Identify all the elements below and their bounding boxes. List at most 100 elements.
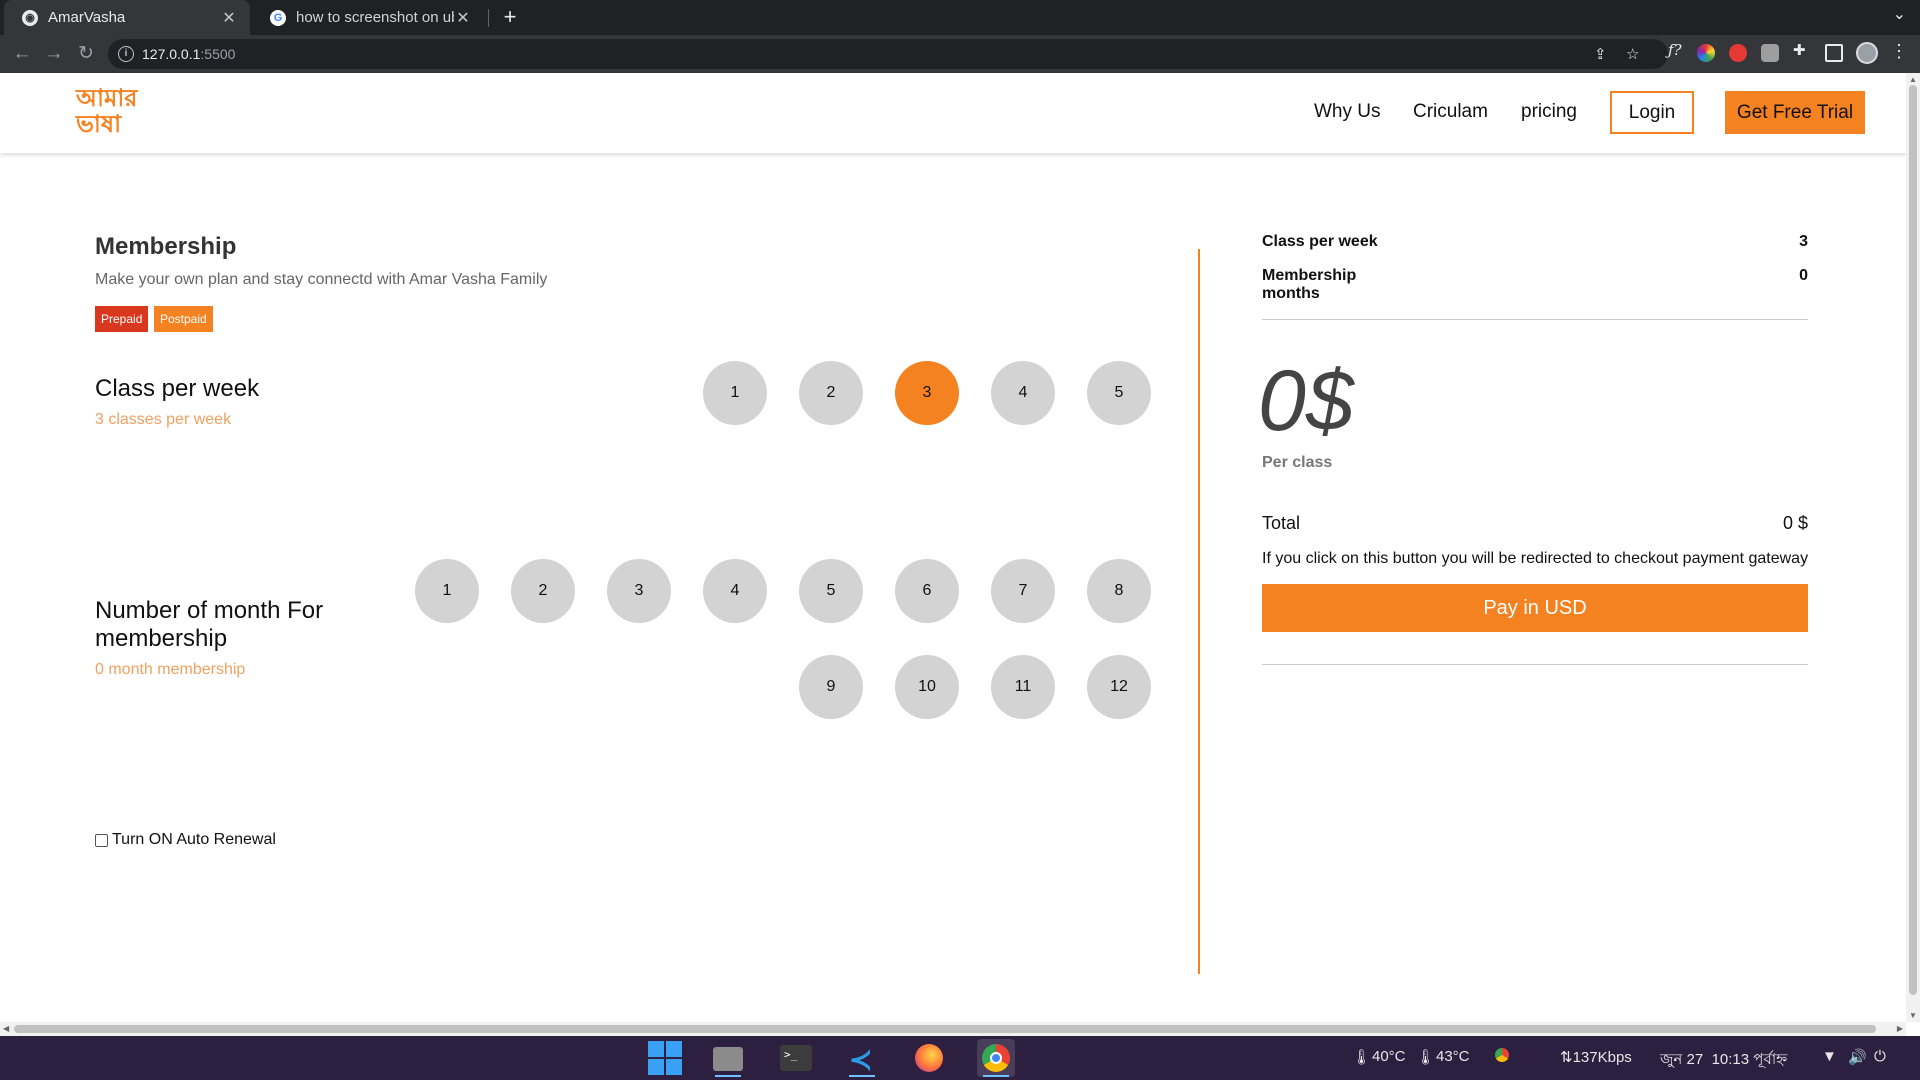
summary-divider: [1262, 319, 1808, 320]
puzzle-extensions-icon[interactable]: ✚: [1793, 41, 1806, 59]
page-title: Membership: [95, 233, 237, 260]
gpu-temp: 43°C: [1436, 1048, 1470, 1065]
clock[interactable]: জুন 27 10:13 পূর্বাহ্ন: [1660, 1048, 1787, 1073]
chrome-tray-icon[interactable]: [1495, 1048, 1509, 1062]
reload-icon[interactable]: ↻: [72, 40, 100, 68]
membership-months-hint: 0 month membership: [95, 661, 246, 678]
auto-renewal-checkbox[interactable]: [95, 833, 108, 847]
tab-title: AmarVasha: [48, 9, 126, 26]
volume-icon[interactable]: 🔊: [1848, 1048, 1867, 1066]
new-tab-button[interactable]: +: [496, 2, 524, 32]
running-indicator: [715, 1075, 741, 1077]
nav-why-us[interactable]: Why Us: [1314, 101, 1381, 123]
month-option-6[interactable]: 6: [895, 559, 959, 623]
summary-class-label: Class per week: [1262, 233, 1378, 250]
postpaid-button[interactable]: Postpaid: [154, 306, 213, 332]
screenshot-extension-icon[interactable]: [1761, 44, 1779, 62]
share-icon[interactable]: ⇪: [1594, 45, 1607, 63]
membership-months-title: Number of month For membership: [95, 597, 324, 652]
running-indicator: [983, 1075, 1009, 1077]
scroll-left-icon[interactable]: ◀: [3, 1024, 9, 1033]
login-button[interactable]: Login: [1610, 91, 1694, 134]
browser-toolbar: ← → ↻ i 127.0.0.1:5500 ⇪ ☆ ƒ? ✚ ⋮: [0, 35, 1920, 73]
class-option-5[interactable]: 5: [1087, 361, 1151, 425]
summary-months-label: Membership months: [1262, 267, 1357, 302]
month-option-4[interactable]: 4: [703, 559, 767, 623]
pay-in-usd-button[interactable]: Pay in USD: [1262, 584, 1808, 632]
tab-title: how to screenshot on ubu: [296, 9, 454, 26]
close-icon[interactable]: ✕: [220, 8, 238, 28]
vscode-icon[interactable]: ≺: [843, 1039, 881, 1077]
forward-arrow-icon[interactable]: →: [40, 40, 68, 68]
nav-curriculum[interactable]: Criculam: [1413, 101, 1488, 123]
summary-months-value: 0: [1799, 267, 1808, 284]
month-option-10[interactable]: 10: [895, 655, 959, 719]
month-option-11[interactable]: 11: [991, 655, 1055, 719]
section-divider: [1198, 249, 1200, 974]
power-icon[interactable]: ⏻: [1874, 1048, 1886, 1065]
month-option-7[interactable]: 7: [991, 559, 1055, 623]
thermometer-icon: 🌡: [1416, 1049, 1436, 1066]
address-bar[interactable]: i 127.0.0.1:5500 ⇪ ☆: [108, 39, 1668, 69]
month-option-1[interactable]: 1: [415, 559, 479, 623]
month-option-3[interactable]: 3: [607, 559, 671, 623]
free-trial-button[interactable]: Get Free Trial: [1725, 91, 1865, 134]
profile-avatar[interactable]: [1856, 42, 1878, 64]
site-header: আমার ভাষা Why Us Criculam pricing Login …: [0, 73, 1906, 153]
class-per-week-title: Class per week: [95, 375, 260, 402]
terminal-icon[interactable]: >_: [777, 1039, 815, 1077]
class-option-4[interactable]: 4: [991, 361, 1055, 425]
cpu-temp: 40°C: [1372, 1048, 1406, 1065]
browser-tab-bar: ◉ AmarVasha ✕ G how to screenshot on ubu…: [0, 0, 1920, 35]
close-icon[interactable]: ✕: [454, 8, 472, 28]
adblock-extension-icon[interactable]: [1729, 44, 1747, 62]
month-option-8[interactable]: 8: [1087, 559, 1151, 623]
price-unit-label: Per class: [1262, 454, 1333, 471]
bookmark-star-icon[interactable]: ☆: [1626, 45, 1639, 63]
color-picker-extension-icon[interactable]: [1697, 44, 1715, 62]
os-taskbar: >_ ≺ 🌡 40°C 🌡 43°C ⇅137Kbps জুন 27 10:13…: [0, 1036, 1920, 1080]
tab-google-search[interactable]: G how to screenshot on ubu ✕: [252, 0, 484, 35]
scroll-down-icon[interactable]: ▼: [1909, 1011, 1917, 1020]
total-label: Total: [1262, 513, 1301, 533]
page-subtitle: Make your own plan and stay connectd wit…: [95, 271, 548, 288]
start-menu-icon[interactable]: [646, 1039, 684, 1077]
firefox-icon[interactable]: [910, 1039, 948, 1077]
network-speed: ⇅137Kbps: [1560, 1049, 1632, 1066]
site-info-icon[interactable]: i: [118, 46, 134, 62]
price-per-class: 0$: [1258, 353, 1354, 449]
month-option-9[interactable]: 9: [799, 655, 863, 719]
tab-search-chevron-icon[interactable]: ⌄: [1893, 4, 1906, 24]
amarvasha-logo[interactable]: আমার ভাষা: [76, 85, 148, 137]
vertical-scrollbar[interactable]: ▲ ▼: [1906, 73, 1920, 1022]
back-arrow-icon[interactable]: ←: [8, 40, 36, 68]
auto-renewal-toggle[interactable]: Turn ON Auto Renewal: [95, 831, 276, 849]
google-icon: G: [270, 9, 286, 26]
scroll-right-icon[interactable]: ▶: [1897, 1024, 1903, 1033]
chrome-icon[interactable]: [977, 1039, 1015, 1077]
file-manager-icon[interactable]: [709, 1039, 747, 1077]
month-option-2[interactable]: 2: [511, 559, 575, 623]
thermometer-icon: 🌡: [1352, 1049, 1372, 1066]
redirect-note: If you click on this button you will be …: [1262, 550, 1809, 567]
wifi-icon[interactable]: ▼: [1822, 1048, 1837, 1065]
summary-class-value: 3: [1799, 233, 1808, 250]
class-option-2[interactable]: 2: [799, 361, 863, 425]
scroll-up-icon[interactable]: ▲: [1909, 75, 1917, 84]
formula-extension-icon[interactable]: ƒ?: [1668, 41, 1682, 59]
globe-icon: ◉: [22, 9, 38, 26]
tab-amarvasha[interactable]: ◉ AmarVasha ✕: [4, 0, 250, 35]
tab-divider: [488, 9, 489, 27]
class-option-3[interactable]: 3: [895, 361, 959, 425]
nav-pricing[interactable]: pricing: [1521, 101, 1577, 123]
url-text[interactable]: 127.0.0.1:5500: [142, 46, 235, 62]
month-option-5[interactable]: 5: [799, 559, 863, 623]
horizontal-scroll-thumb[interactable]: [14, 1025, 1876, 1033]
side-panel-icon[interactable]: [1825, 44, 1843, 62]
vertical-scroll-thumb[interactable]: [1909, 85, 1917, 995]
horizontal-scrollbar[interactable]: ◀ ▶: [0, 1022, 1906, 1036]
class-option-1[interactable]: 1: [703, 361, 767, 425]
prepaid-button[interactable]: Prepaid: [95, 306, 149, 332]
month-option-12[interactable]: 12: [1087, 655, 1151, 719]
more-menu-icon[interactable]: ⋮: [1890, 41, 1908, 62]
